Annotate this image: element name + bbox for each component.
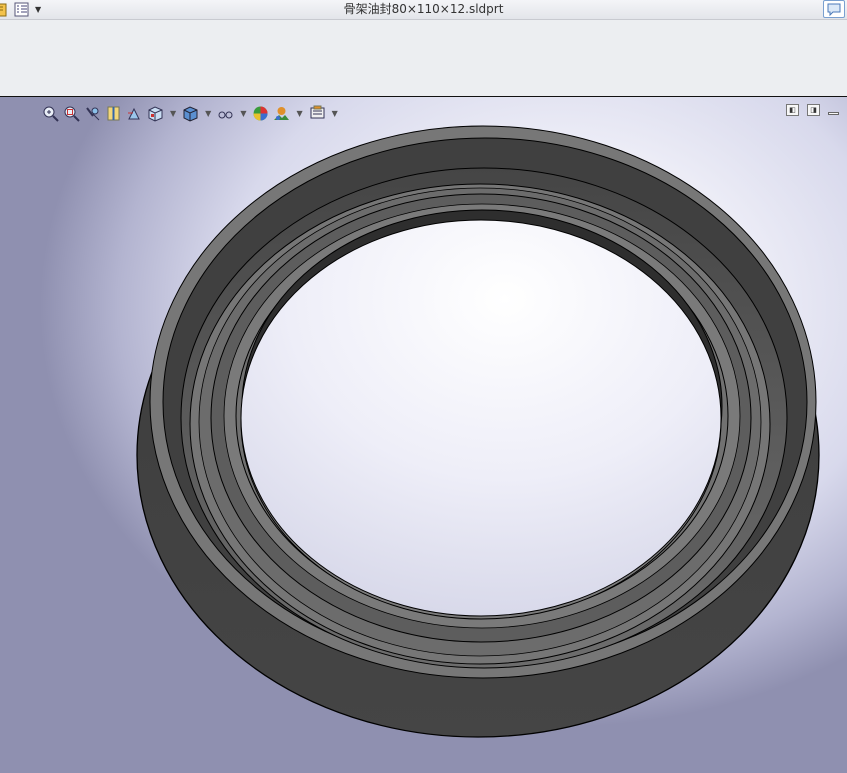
- command-panel: [0, 20, 847, 97]
- window-title: 骨架油封80×110×12.sldprt: [343, 2, 504, 16]
- bore-hole-fill: [240, 219, 722, 617]
- oil-seal-model[interactable]: [0, 97, 847, 773]
- comment-bubble-icon[interactable]: [823, 0, 845, 18]
- title-bar: ▼ 骨架油封80×110×12.sldprt: [0, 0, 847, 20]
